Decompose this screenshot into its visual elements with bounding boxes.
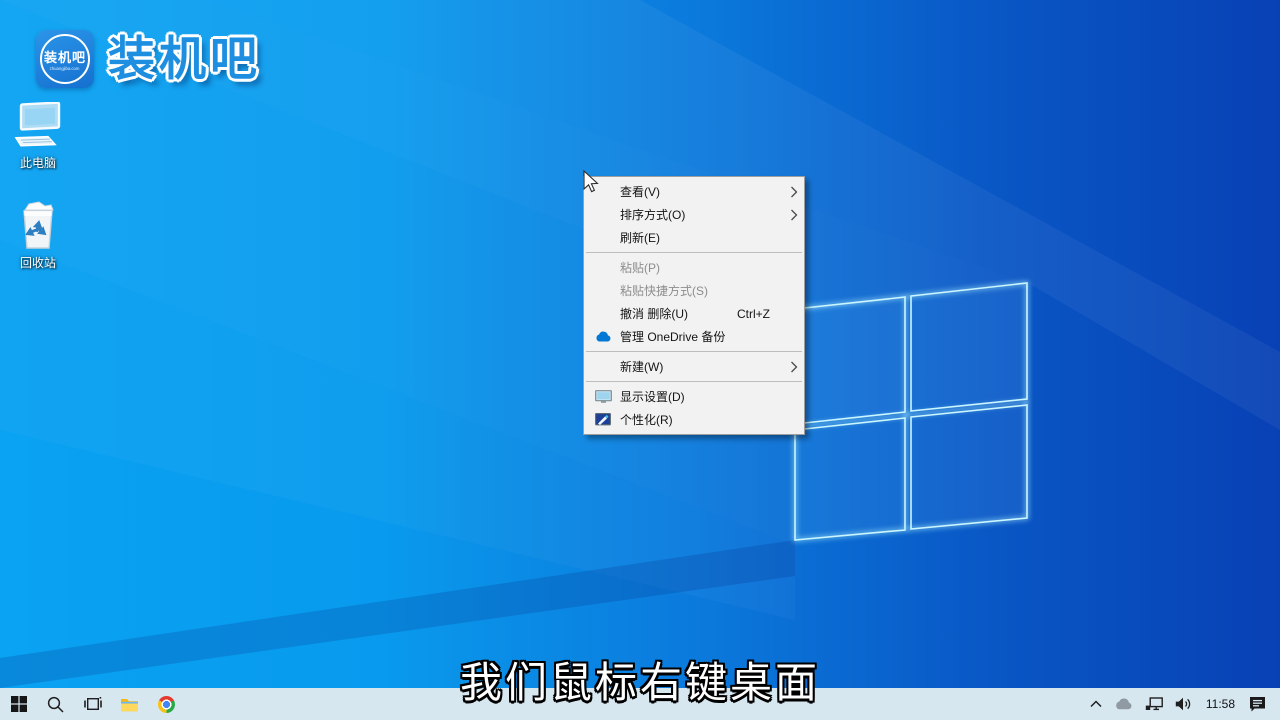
this-pc-icon — [12, 102, 64, 150]
desktop-context-menu: 查看(V) 排序方式(O) 刷新(E) 粘贴(P) 粘贴快捷方式(S) 撤消 删… — [583, 176, 805, 435]
brand-app-icon: 装机吧 zhuangjiba.com — [36, 30, 94, 88]
menu-separator — [586, 381, 802, 382]
menu-item-undo-delete[interactable]: 撤消 删除(U) Ctrl+Z — [584, 302, 804, 325]
menu-item-refresh[interactable]: 刷新(E) — [584, 226, 804, 249]
video-subtitle: 我们鼠标右键桌面 — [0, 649, 1280, 710]
display-settings-icon — [586, 388, 620, 406]
menu-item-label: 刷新(E) — [620, 229, 782, 246]
menu-separator — [586, 351, 802, 352]
brand-icon-caption: zhuangjiba.com — [50, 66, 80, 71]
personalization-icon — [586, 411, 620, 429]
menu-item-label: 粘贴(P) — [620, 259, 782, 276]
brand-logo: 装机吧 zhuangjiba.com 装机吧 — [36, 30, 261, 88]
desktop-icon-label: 此电脑 — [20, 154, 56, 171]
menu-item-label: 个性化(R) — [620, 411, 782, 428]
menu-item-new[interactable]: 新建(W) — [584, 355, 804, 378]
menu-item-label: 显示设置(D) — [620, 388, 782, 405]
onedrive-cloud-icon — [586, 328, 620, 346]
submenu-arrow-icon — [782, 361, 798, 373]
menu-item-paste-shortcut: 粘贴快捷方式(S) — [584, 279, 804, 302]
menu-item-label: 排序方式(O) — [620, 206, 782, 223]
menu-item-view[interactable]: 查看(V) — [584, 180, 804, 203]
menu-item-label: 管理 OneDrive 备份 — [620, 328, 782, 345]
menu-item-personalize[interactable]: 个性化(R) — [584, 408, 804, 431]
menu-item-shortcut: Ctrl+Z — [737, 307, 770, 321]
menu-item-display-settings[interactable]: 显示设置(D) — [584, 385, 804, 408]
brand-icon-text: 装机吧 — [44, 47, 86, 66]
menu-item-label: 撤消 删除(U) — [620, 305, 737, 322]
brand-wordmark: 装机吧 — [108, 30, 261, 88]
submenu-arrow-icon — [782, 186, 798, 198]
desktop-icon-recycle-bin[interactable]: 回收站 — [0, 198, 76, 271]
menu-item-manage-onedrive-backup[interactable]: 管理 OneDrive 备份 — [584, 325, 804, 348]
menu-item-label: 查看(V) — [620, 183, 782, 200]
menu-item-paste: 粘贴(P) — [584, 256, 804, 279]
submenu-arrow-icon — [782, 209, 798, 221]
recycle-bin-icon — [15, 198, 61, 250]
desktop-icon-this-pc[interactable]: 此电脑 — [0, 102, 76, 171]
menu-item-label: 粘贴快捷方式(S) — [620, 282, 782, 299]
desktop-icon-label: 回收站 — [20, 254, 56, 271]
menu-item-label: 新建(W) — [620, 358, 782, 375]
menu-separator — [586, 252, 802, 253]
brand-app-icon-circle: 装机吧 zhuangjiba.com — [40, 34, 90, 84]
mouse-cursor — [581, 169, 601, 195]
menu-item-sort-by[interactable]: 排序方式(O) — [584, 203, 804, 226]
